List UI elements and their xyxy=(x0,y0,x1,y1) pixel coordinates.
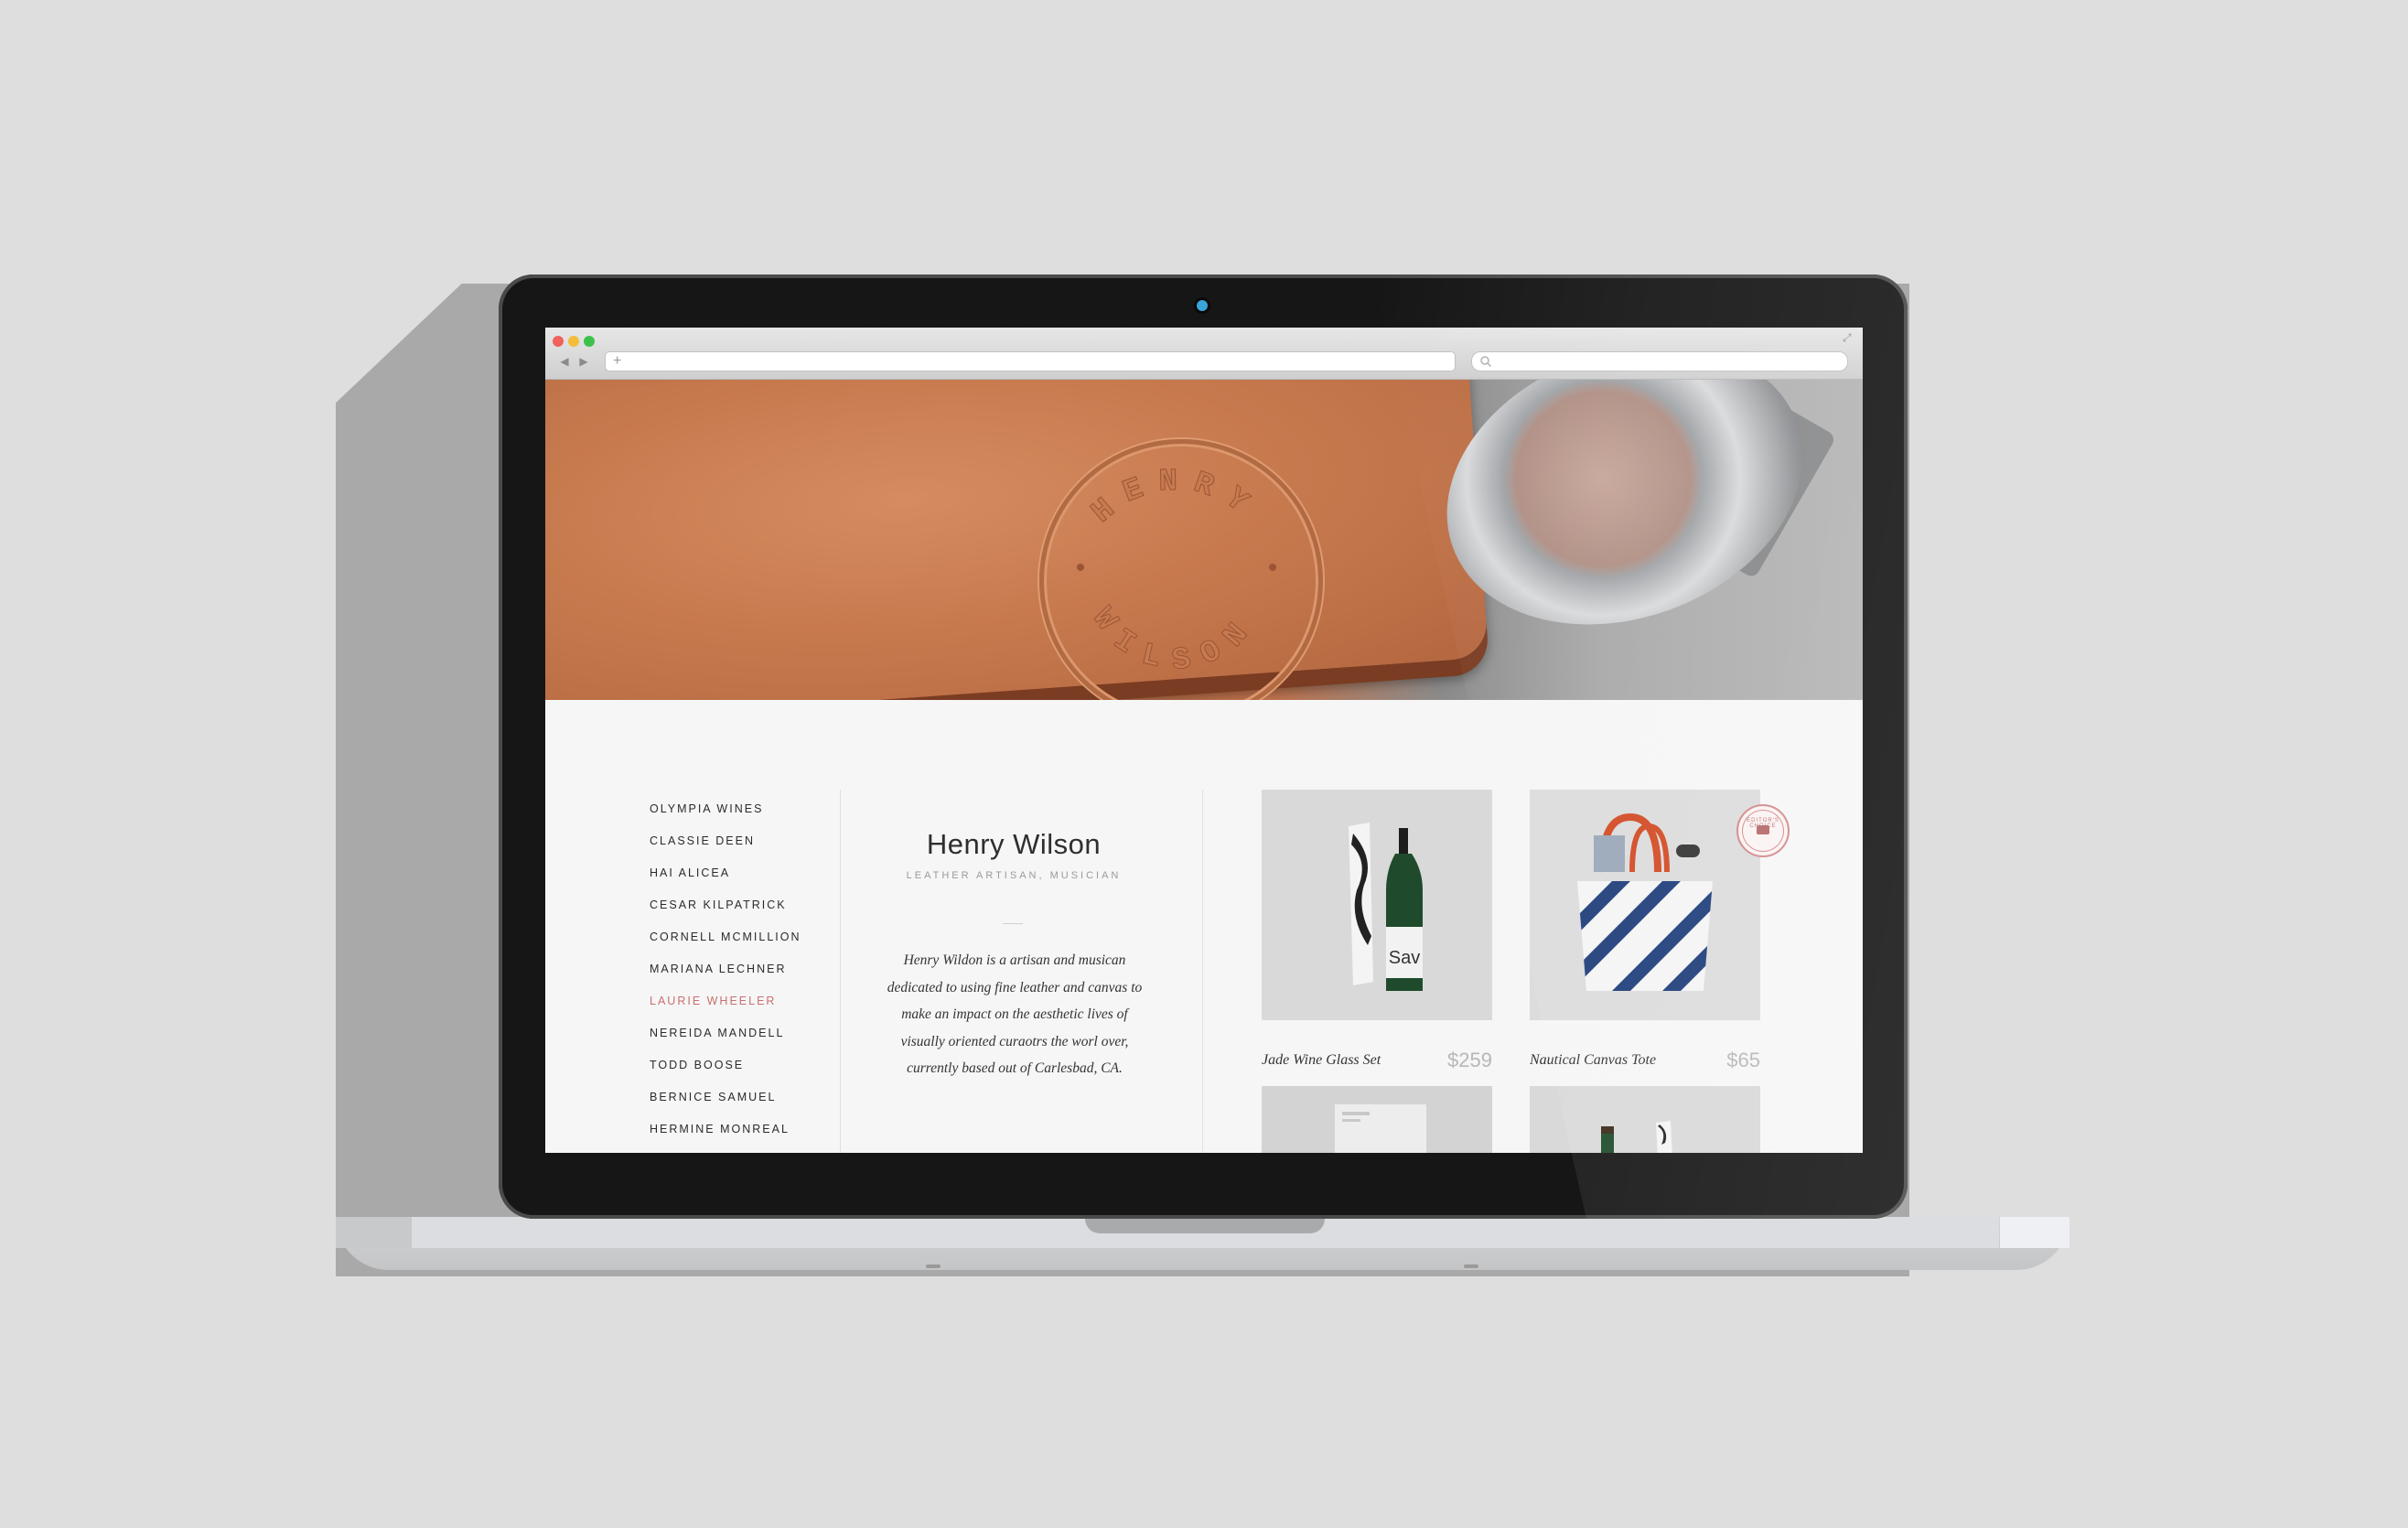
laptop-notch xyxy=(1085,1217,1325,1233)
product-image-canvas-tote[interactable] xyxy=(1530,790,1760,1020)
product-title[interactable]: Nautical Canvas Tote xyxy=(1530,1052,1656,1069)
sidebar-item[interactable]: OLYMPIA WINES xyxy=(650,793,801,825)
sidebar-item[interactable]: BERNICE SAMUEL xyxy=(650,1081,801,1114)
svg-text:HENRY: HENRY xyxy=(1086,465,1266,531)
stamp-emboss-text: HENRY WILSON xyxy=(1077,464,1276,680)
laptop-base-right xyxy=(2000,1217,2069,1248)
sidebar-item[interactable]: CORNELL MCMILLION xyxy=(650,921,801,953)
maximize-window-button[interactable] xyxy=(584,336,595,347)
tote-bag-illustration xyxy=(1530,790,1760,1020)
product-image-stationery[interactable] xyxy=(1262,1086,1492,1153)
browser-chrome: ◀ ▶ + ⤢ xyxy=(545,328,1863,380)
new-tab-icon[interactable]: + xyxy=(613,352,621,371)
hero-image: HENRY WILSON xyxy=(545,380,1863,700)
bottle-label: Sav xyxy=(1389,948,1420,968)
search-input[interactable] xyxy=(1471,351,1848,371)
address-bar[interactable]: + xyxy=(605,351,1456,371)
product-price: $65 xyxy=(1726,1049,1760,1071)
svg-text:WILSON: WILSON xyxy=(1084,602,1265,680)
divider xyxy=(840,790,841,1153)
artisan-list: OLYMPIA WINES CLASSIE DEEN HAI ALICEA CESAR… xyxy=(650,793,801,1153)
profile-divider xyxy=(1003,923,1023,924)
wine-bottle-illustration: Sav xyxy=(1262,790,1492,1020)
sidebar-item[interactable]: GEORGENE CAICEDO xyxy=(650,1146,801,1153)
divider xyxy=(1202,790,1203,1153)
sidebar-item[interactable]: LAURIE WHEELER xyxy=(650,985,801,1017)
product-price: $259 xyxy=(1447,1049,1492,1071)
sidebar-item[interactable]: TODD BOOSE xyxy=(650,1049,801,1081)
laptop-foot-left xyxy=(926,1264,941,1268)
product-image-wine-glass-set[interactable]: Sav xyxy=(1262,790,1492,1020)
expand-icon[interactable]: ⤢ xyxy=(1843,331,1852,345)
stamp-bottom-text: WILSON xyxy=(1084,601,1252,680)
forward-button[interactable]: ▶ xyxy=(575,353,592,370)
laptop-foot-right xyxy=(1464,1264,1478,1268)
editors-choice-badge: EDITOR'S CHOICE xyxy=(1736,804,1790,857)
close-window-button[interactable] xyxy=(553,336,564,347)
sidebar-item[interactable]: CLASSIE DEEN xyxy=(650,825,801,857)
stationery-illustration xyxy=(1262,1086,1492,1153)
search-icon xyxy=(1480,356,1492,368)
wine-bottle-illustration xyxy=(1530,1086,1760,1153)
sidebar-item[interactable]: HERMINE MONREAL xyxy=(650,1114,801,1146)
product-image-wine-bottle[interactable] xyxy=(1530,1086,1760,1153)
camera-icon xyxy=(1197,300,1208,311)
profile-subtitle: LEATHER ARTISAN, MUSICIAN xyxy=(906,870,1122,881)
sidebar-item[interactable]: NEREIDA MANDELL xyxy=(650,1017,801,1049)
sidebar-item[interactable]: MARIANA LECHNER xyxy=(650,953,801,985)
sidebar-item[interactable]: HAI ALICEA xyxy=(650,857,801,889)
sidebar-item[interactable]: CESAR KILPATRICK xyxy=(650,889,801,921)
stamp-top-text: HENRY xyxy=(1085,464,1252,531)
browser-window: ◀ ▶ + ⤢ HENRY WILSON OLYMPIA WINES CLASS… xyxy=(545,328,1863,1153)
leather-piece xyxy=(545,380,1489,700)
back-button[interactable]: ◀ xyxy=(556,353,573,370)
profile-bio: Henry Wildon is a artisan and musican de… xyxy=(887,952,1143,1076)
page-content: OLYMPIA WINES CLASSIE DEEN HAI ALICEA CESAR… xyxy=(545,700,1863,1153)
minimize-window-button[interactable] xyxy=(568,336,579,347)
laptop-base-left xyxy=(336,1217,412,1248)
product-title[interactable]: Jade Wine Glass Set xyxy=(1262,1052,1381,1069)
badge-icon xyxy=(1757,825,1769,834)
profile-name: Henry Wilson xyxy=(926,828,1102,860)
